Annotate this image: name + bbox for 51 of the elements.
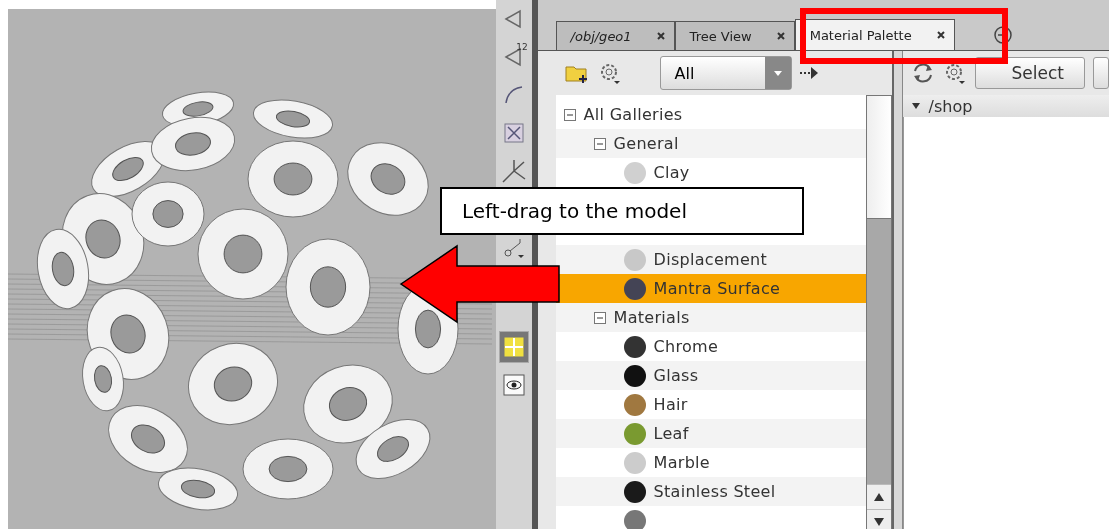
tree-label: Hair [653,395,688,414]
tab-label: /obj/geo1 [570,28,632,44]
scroll-down-icon[interactable] [873,518,884,526]
arrow-right-icon [799,67,818,79]
tree-label: Mantra Surface [653,279,781,298]
splitter-handle[interactable] [891,51,903,529]
tab[interactable]: Tree View [674,21,795,50]
tree-label: General [613,134,679,153]
tree-label: All Galleries [583,105,683,124]
tree-row[interactable]: General [555,129,866,158]
tab[interactable]: /obj/geo1 [555,21,675,50]
add-tab-icon [992,25,1013,45]
tree-row[interactable]: All Galleries [555,100,866,129]
handle-icon [501,159,526,183]
vertical-scrollbar[interactable] [865,95,892,529]
tree-label: Clay [653,163,690,182]
tree-row[interactable]: Materials [555,303,866,332]
select-button[interactable]: Select [974,57,1085,89]
tree-label: Marble [653,453,710,472]
close-icon [655,31,666,41]
tool-button[interactable]: 12 [499,42,528,72]
tree-row[interactable]: Stainless Steel [555,477,866,506]
close-icon [935,30,946,40]
tree-row[interactable]: Clay [555,158,866,187]
network-path: /shop [928,96,973,116]
tab[interactable]: Material Palette [794,19,955,50]
filter-dropdown[interactable]: All [659,56,792,90]
eye-icon [501,373,526,397]
tab-label: Tree View [689,28,752,44]
tree-label: Chrome [653,337,719,356]
callout-text: Left-drag to the model [440,187,804,235]
tree-row[interactable]: Leaf [555,419,866,448]
tab-label: Material Palette [809,27,912,43]
grid-icon [501,335,526,359]
expand-icon [501,121,526,145]
tree-label: Leaf [653,424,689,443]
tree-label: Stainless Steel [653,482,776,501]
toolbar-button[interactable] [1093,57,1109,89]
tree-label: Displacement [653,250,768,269]
close-icon [775,31,786,41]
tree-row[interactable]: Chrome [555,332,866,361]
tree-row[interactable]: Marble [555,448,866,477]
tool-label: 12 [516,42,528,52]
scroll-thumb[interactable] [866,96,891,219]
caret-icon [772,68,783,78]
tree-label: Glass [653,366,699,385]
tree-row[interactable]: Glass [555,361,866,390]
tree-label: Materials [613,308,690,327]
scroll-up-icon[interactable] [873,493,884,501]
tree-row[interactable]: Hair [555,390,866,419]
tree-row[interactable]: Displacement [555,245,866,274]
